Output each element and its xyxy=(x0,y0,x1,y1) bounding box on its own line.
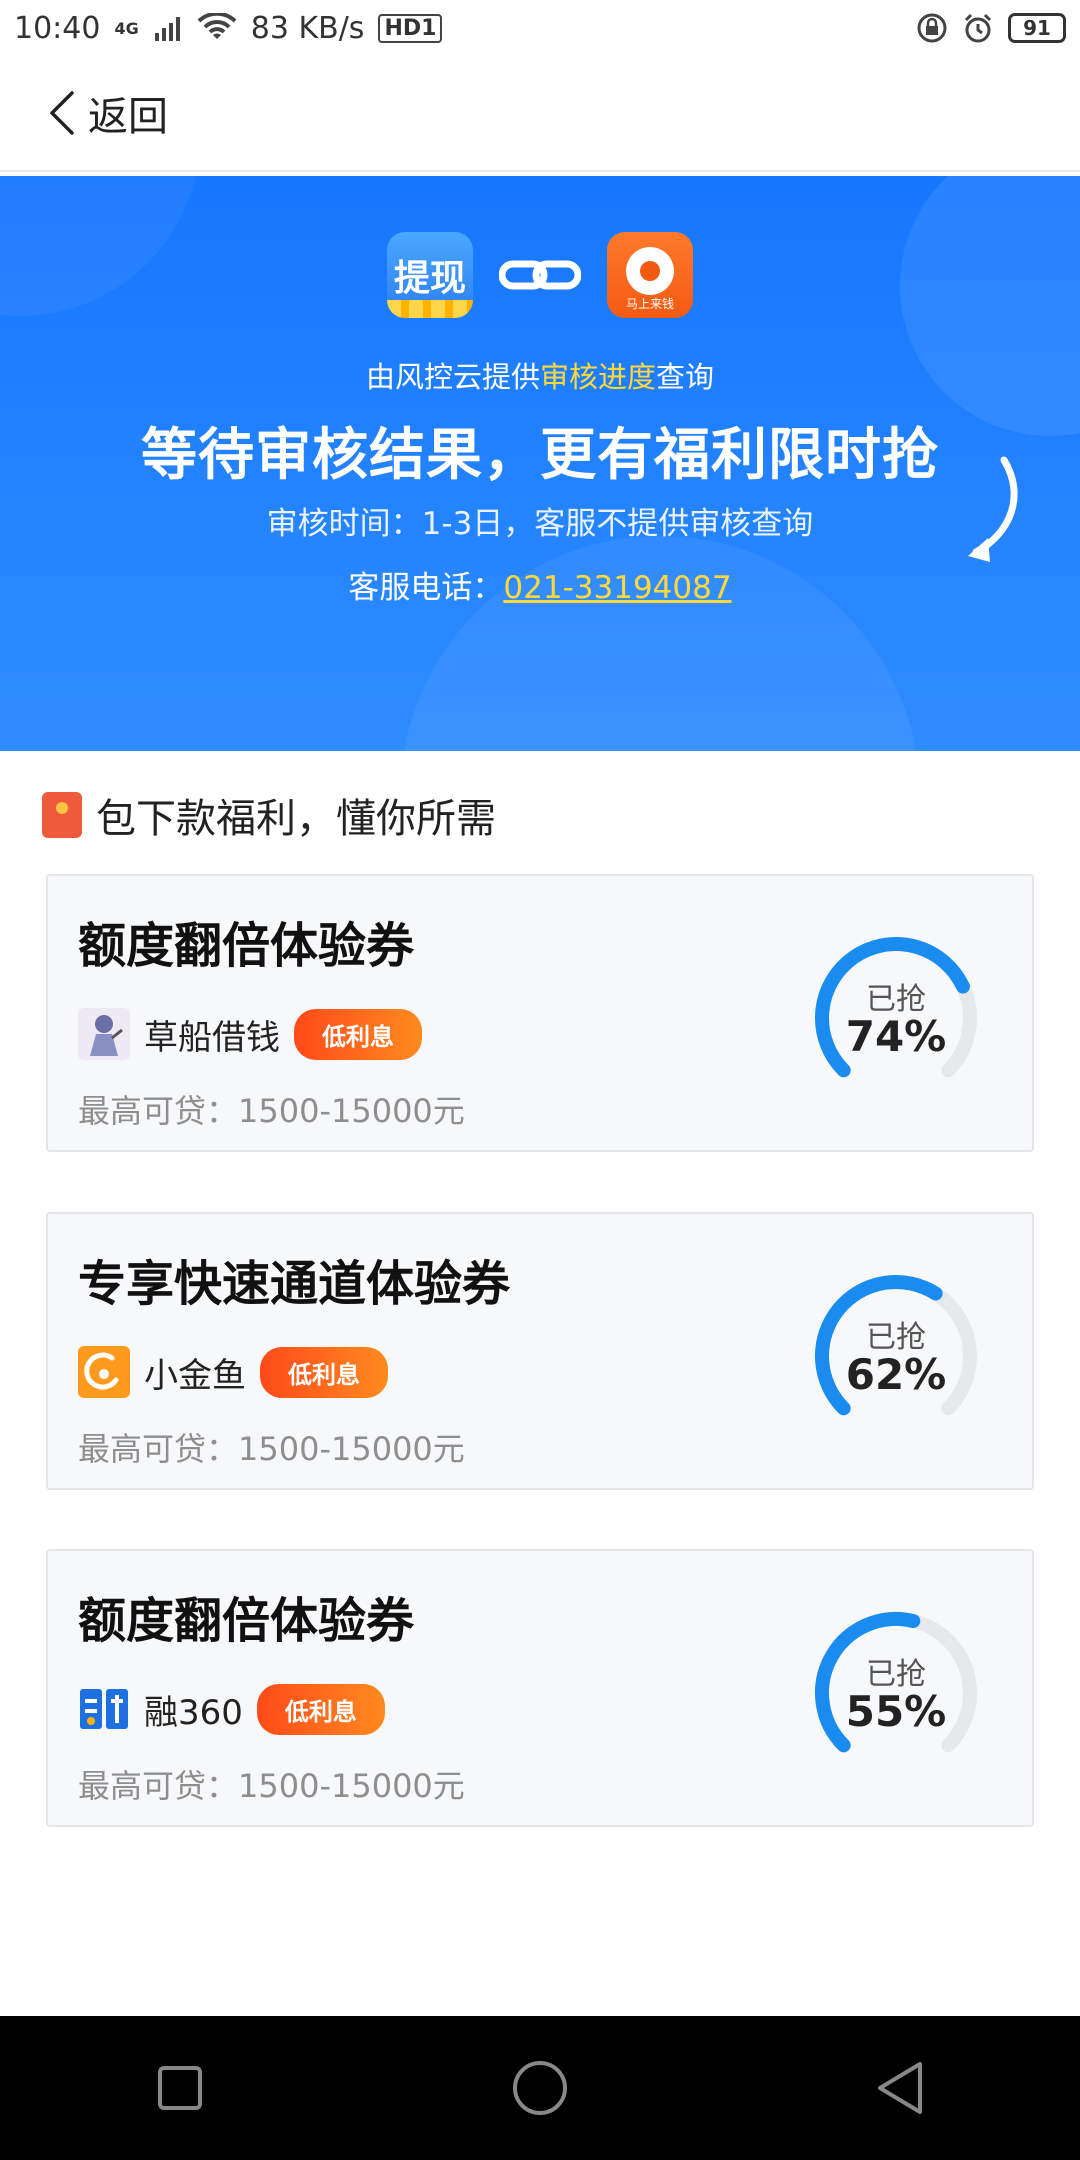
status-bar: 10:40 4G 83 KB/s HD1 91 xyxy=(0,0,1080,56)
grab-progress-ring: 已抢 55% xyxy=(808,1605,984,1781)
hero-banner: 提现 马上来钱 由风控云提供审核进度查询 等待审核结果，更有福利限时抢 审核时间… xyxy=(0,176,1080,751)
coupon-title: 额度翻倍体验券 xyxy=(78,918,415,974)
wifi-icon xyxy=(197,13,237,39)
max-loan-text: 最高可贷：1500-15000元 xyxy=(78,1430,465,1468)
grab-progress-ring: 已抢 62% xyxy=(808,1268,984,1444)
coupon-card[interactable]: 额度翻倍体验券 融360 低利息 最高可贷：1500-15000元 已抢 55% xyxy=(46,1549,1034,1827)
alarm-icon xyxy=(964,13,992,43)
signal-icon xyxy=(154,17,180,41)
vendor-name: 小金鱼 xyxy=(144,1355,246,1396)
tixian-app-logo: 提现 xyxy=(387,232,473,318)
vendor-name: 草船借钱 xyxy=(144,1017,280,1058)
triangle-back-icon xyxy=(878,2062,922,2114)
grabbed-percent: 74% xyxy=(845,1012,947,1061)
grabbed-percent: 55% xyxy=(845,1687,947,1736)
provider-prefix: 由风控云提供 xyxy=(365,360,540,394)
coupon-card[interactable]: 额度翻倍体验券 草船借钱 低利息 最高可贷：1500-15000元 已抢 74% xyxy=(46,874,1034,1152)
coupon-title: 额度翻倍体验券 xyxy=(78,1593,415,1649)
back-button[interactable]: 返回 xyxy=(48,84,168,142)
coupon-title: 专享快速通道体验券 xyxy=(78,1256,511,1312)
vendor-row: 小金鱼 低利息 xyxy=(78,1346,388,1398)
max-loan-text: 最高可贷：1500-15000元 xyxy=(78,1092,465,1130)
low-interest-tag: 低利息 xyxy=(260,1346,388,1398)
grabbed-percent: 62% xyxy=(845,1350,947,1399)
top-nav: 返回 xyxy=(0,56,1080,172)
home-button[interactable] xyxy=(495,2043,585,2133)
network-type: 4G xyxy=(114,18,139,38)
vendor-row: 草船借钱 低利息 xyxy=(78,1008,422,1060)
mashang-app-logo: 马上来钱 xyxy=(607,232,693,318)
max-loan-text: 最高可贷：1500-15000元 xyxy=(78,1767,465,1805)
coupon-card[interactable]: 专享快速通道体验券 小金鱼 低利息 最高可贷：1500-15000元 已抢 62… xyxy=(46,1212,1034,1490)
grab-progress-ring: 已抢 74% xyxy=(808,930,984,1106)
circle-icon xyxy=(513,2061,567,2115)
recents-button[interactable] xyxy=(135,2043,225,2133)
hero-title: 等待审核结果，更有福利限时抢 xyxy=(141,423,939,488)
status-left: 10:40 4G 83 KB/s HD1 xyxy=(14,10,443,46)
rong360-logo-icon xyxy=(78,1683,130,1735)
review-time-text: 审核时间：1-3日，客服不提供审核查询 xyxy=(266,506,814,542)
mashang-logo-caption: 马上来钱 xyxy=(625,297,674,311)
square-icon xyxy=(158,2066,202,2110)
battery-indicator: 91 xyxy=(1008,13,1066,43)
back-label: 返回 xyxy=(88,94,168,140)
low-interest-tag: 低利息 xyxy=(256,1683,385,1735)
red-packet-icon xyxy=(42,792,82,838)
system-navigation-bar xyxy=(0,2016,1080,2160)
phone-number-link[interactable]: 021-33194087 xyxy=(503,570,731,606)
back-nav-button[interactable] xyxy=(855,2043,945,2133)
partner-logos: 提现 马上来钱 xyxy=(0,232,1080,318)
customer-service-phone: 客服电话：021-33194087 xyxy=(0,562,1080,607)
low-interest-tag: 低利息 xyxy=(294,1008,422,1060)
curved-arrow-icon xyxy=(968,456,1018,562)
chevron-left-icon xyxy=(50,91,74,135)
coins-decoration xyxy=(387,300,473,318)
section-title: 包下款福利，懂你所需 xyxy=(96,796,496,842)
provider-highlight: 审核进度 xyxy=(539,360,656,394)
vendor-name: 融360 xyxy=(144,1692,243,1733)
status-time: 10:40 xyxy=(14,10,101,46)
tixian-logo-text: 提现 xyxy=(393,258,466,299)
link-icon xyxy=(499,260,581,290)
provider-line: 由风控云提供审核进度查询 xyxy=(0,354,1080,396)
provider-suffix: 查询 xyxy=(656,360,715,394)
mashang-logo-mark xyxy=(626,247,674,295)
status-right: 91 xyxy=(916,12,1066,44)
section-header: 包下款福利，懂你所需 xyxy=(42,786,496,844)
caochuan-logo-icon xyxy=(78,1008,130,1060)
vendor-row: 融360 低利息 xyxy=(78,1683,385,1735)
phone-label: 客服电话： xyxy=(348,570,504,606)
hd-badge: HD1 xyxy=(378,13,443,43)
xiaojinyu-logo-icon xyxy=(78,1346,130,1398)
network-speed: 83 KB/s xyxy=(250,10,365,46)
rotation-lock-icon xyxy=(917,13,947,43)
